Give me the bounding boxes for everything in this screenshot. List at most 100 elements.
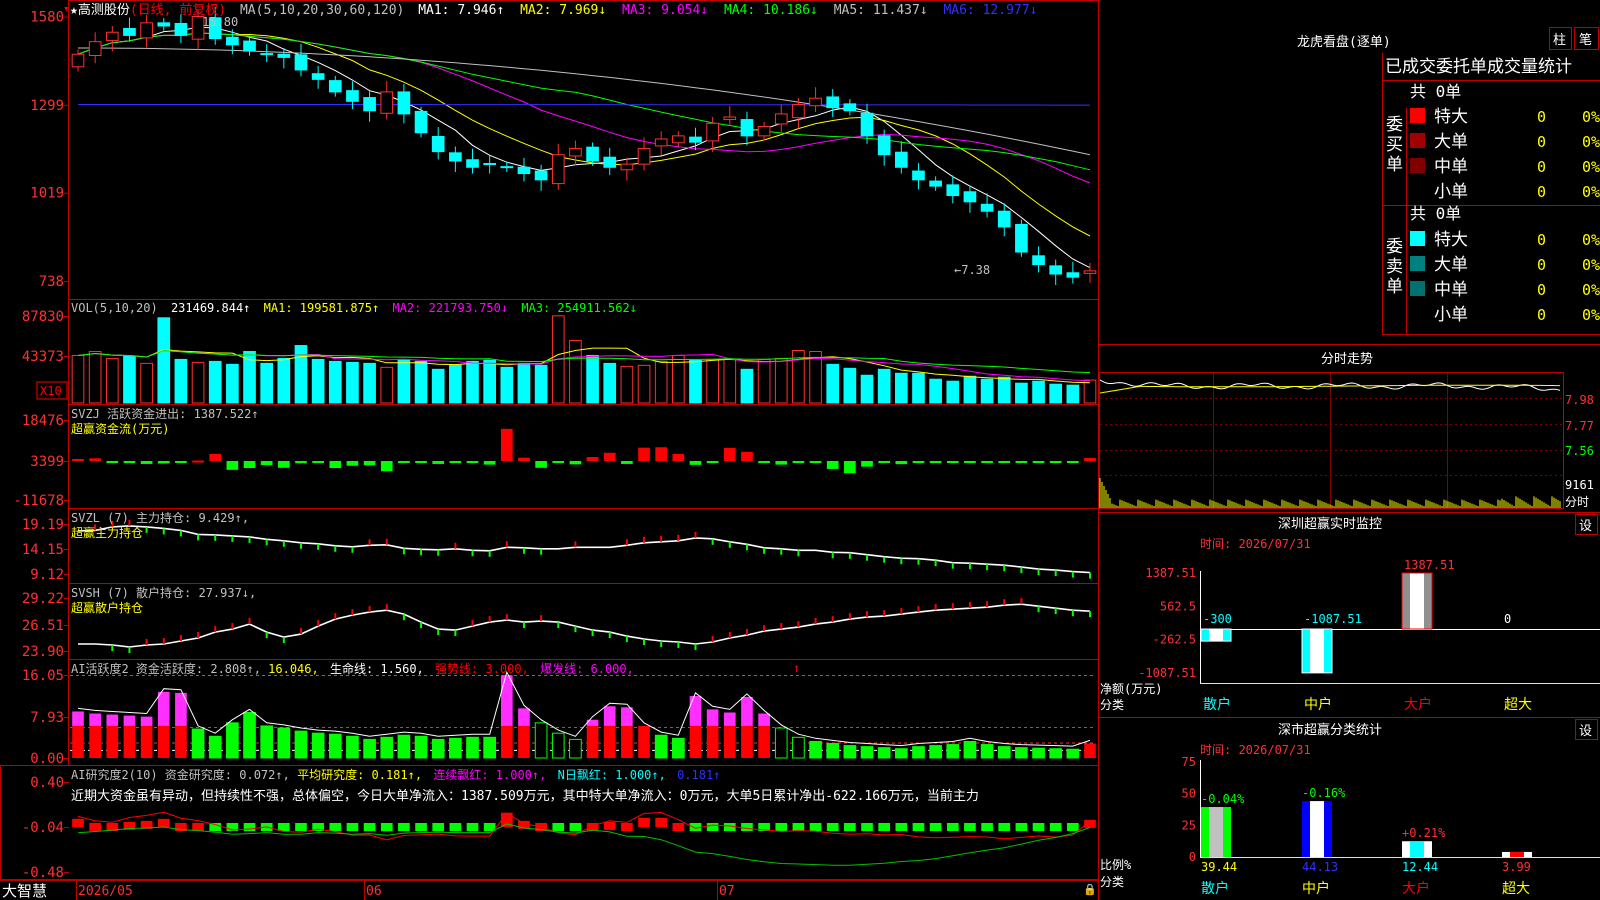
volume-bar[interactable] — [449, 364, 462, 404]
monitor-settings-button[interactable]: 设 — [1579, 519, 1592, 534]
candle-body[interactable] — [534, 170, 548, 181]
volume-bar[interactable] — [380, 366, 394, 404]
volume-bar[interactable] — [826, 363, 840, 404]
volume-bar[interactable] — [123, 355, 136, 404]
candle-body[interactable] — [1066, 272, 1080, 278]
candle-body[interactable] — [586, 146, 599, 162]
candle-body[interactable] — [654, 138, 668, 147]
volume-bar[interactable] — [174, 358, 188, 404]
volume-bar[interactable] — [877, 368, 891, 404]
candlesticks[interactable] — [71, 6, 1097, 286]
volume-bar[interactable] — [723, 358, 737, 404]
candle-body[interactable] — [500, 166, 514, 169]
candle-body[interactable] — [877, 135, 891, 156]
volume-bar[interactable] — [328, 360, 342, 404]
candle-body[interactable] — [809, 97, 822, 107]
candle-body[interactable] — [946, 184, 960, 197]
volume-bar[interactable] — [1032, 380, 1045, 404]
candle-body[interactable] — [672, 135, 685, 144]
stock-chart[interactable]: 1580 1299 1019 738 87830 43373 18476 3399 -116… — [0, 0, 1600, 900]
candle-body[interactable] — [860, 112, 874, 137]
candle-body[interactable] — [483, 163, 496, 166]
zhu-button[interactable]: 柱 — [1553, 33, 1566, 48]
bi-button[interactable]: 笔 — [1579, 32, 1592, 48]
candle-body[interactable] — [243, 40, 256, 52]
volume-bar[interactable] — [740, 368, 754, 404]
volume-bar[interactable] — [620, 365, 634, 404]
volume-bar[interactable] — [894, 372, 908, 404]
candle-body[interactable] — [517, 166, 531, 175]
volume-bars[interactable] — [71, 315, 1097, 404]
candle-body[interactable] — [569, 147, 582, 157]
volume-bar[interactable] — [1083, 379, 1097, 404]
candle-body[interactable] — [431, 135, 445, 153]
candle-body[interactable] — [105, 31, 119, 41]
candle-body[interactable] — [551, 154, 565, 185]
volume-bar[interactable] — [1015, 382, 1028, 404]
candle-body[interactable] — [140, 22, 153, 39]
volume-bar[interactable] — [226, 363, 239, 404]
candle-body[interactable] — [397, 91, 411, 115]
volume-bar[interactable] — [140, 362, 153, 404]
volume-bar[interactable] — [466, 360, 479, 404]
candle-body[interactable] — [380, 91, 394, 114]
candle-body[interactable] — [449, 152, 462, 162]
candle-body[interactable] — [174, 22, 188, 36]
candle-body[interactable] — [620, 163, 634, 171]
volume-bar[interactable] — [586, 354, 599, 404]
volume-bar[interactable] — [191, 361, 205, 404]
volume-bar[interactable] — [483, 359, 496, 404]
candle-body[interactable] — [603, 156, 617, 168]
volume-bar[interactable] — [1066, 384, 1080, 404]
volume-bar[interactable] — [500, 366, 514, 404]
volume-bar[interactable] — [637, 364, 651, 404]
volume-bar[interactable] — [311, 358, 325, 404]
volume-bar[interactable] — [980, 378, 994, 404]
volume-bar[interactable] — [363, 362, 376, 404]
candle-body[interactable] — [894, 151, 908, 168]
volume-bar[interactable] — [105, 357, 119, 404]
volume-bar[interactable] — [277, 357, 291, 404]
volume-bar[interactable] — [654, 360, 668, 404]
candle-body[interactable] — [88, 41, 102, 56]
volume-bar[interactable] — [517, 362, 531, 404]
volume-bar[interactable] — [1049, 383, 1063, 404]
candle-body[interactable] — [414, 110, 428, 134]
candle-body[interactable] — [689, 136, 702, 143]
candle-body[interactable] — [740, 119, 754, 137]
candle-body[interactable] — [723, 116, 737, 121]
candle-body[interactable] — [466, 159, 479, 168]
volume-bar[interactable] — [88, 350, 102, 404]
candle-body[interactable] — [792, 103, 805, 119]
volume-bar[interactable] — [860, 374, 874, 404]
volume-bar[interactable] — [294, 345, 308, 404]
candle-body[interactable] — [757, 125, 771, 137]
candle-body[interactable] — [929, 180, 942, 187]
candle-body[interactable] — [123, 27, 136, 36]
candle-body[interactable] — [226, 36, 239, 46]
volume-bar[interactable] — [603, 362, 617, 404]
candle-body[interactable] — [774, 113, 788, 125]
classify-settings-button[interactable]: 设 — [1579, 724, 1592, 739]
volume-bar[interactable] — [774, 357, 788, 404]
volume-bar[interactable] — [431, 368, 445, 404]
volume-bar[interactable] — [963, 375, 977, 404]
candle-body[interactable] — [363, 97, 376, 112]
volume-bar[interactable] — [912, 372, 925, 404]
volume-bar[interactable] — [929, 378, 942, 404]
candle-body[interactable] — [826, 96, 840, 109]
candle-body[interactable] — [706, 122, 719, 142]
candle-body[interactable] — [294, 54, 308, 71]
volume-bar[interactable] — [243, 350, 256, 404]
volume-bar[interactable] — [997, 376, 1011, 404]
candle-body[interactable] — [71, 53, 85, 68]
volume-bar[interactable] — [414, 360, 428, 404]
volume-bar[interactable] — [706, 358, 719, 404]
candle-body[interactable] — [277, 53, 291, 58]
candle-body[interactable] — [1049, 265, 1063, 275]
volume-bar[interactable] — [157, 317, 171, 404]
volume-bar[interactable] — [260, 362, 274, 404]
candle-body[interactable] — [912, 170, 925, 181]
volume-bar[interactable] — [397, 358, 411, 404]
candle-body[interactable] — [260, 53, 274, 56]
